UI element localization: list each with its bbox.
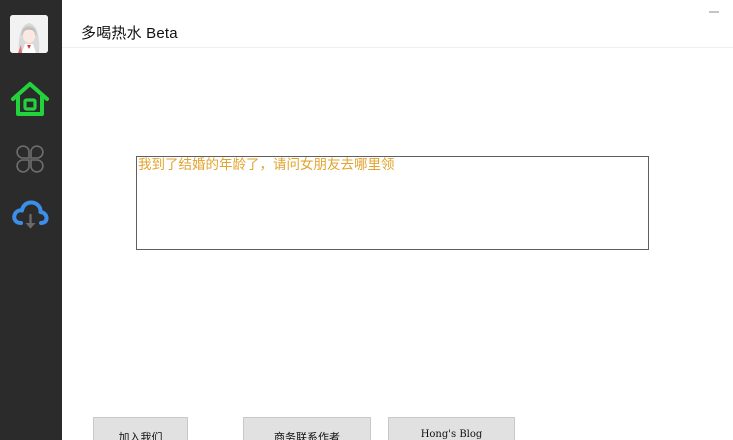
- sidebar-item-home[interactable]: [9, 78, 51, 120]
- home-icon: [11, 82, 49, 116]
- main-panel: 多喝热水 Beta 我到了结婚的年龄了，请问女朋友去哪里领 加入我们 商务联系作…: [62, 0, 733, 440]
- avatar-image: [10, 15, 48, 53]
- app-title: 多喝热水 Beta: [81, 25, 178, 42]
- cloud-download-icon: [12, 200, 49, 229]
- four-petal-grid-icon: [16, 145, 44, 173]
- join-us-button[interactable]: 加入我们: [93, 417, 188, 440]
- sidebar-item-cloud[interactable]: [9, 194, 51, 236]
- avatar[interactable]: [10, 15, 48, 53]
- sidebar: [0, 0, 62, 440]
- contact-author-button[interactable]: 商务联系作者: [243, 417, 371, 440]
- message-text-area[interactable]: 我到了结婚的年龄了，请问女朋友去哪里领: [136, 156, 649, 250]
- blog-button[interactable]: Hong's Blog: [388, 417, 515, 440]
- sidebar-item-apps[interactable]: [9, 138, 51, 180]
- minimize-button[interactable]: [707, 2, 721, 16]
- title-bar: 多喝热水 Beta: [62, 0, 733, 48]
- minimize-icon: [709, 11, 719, 13]
